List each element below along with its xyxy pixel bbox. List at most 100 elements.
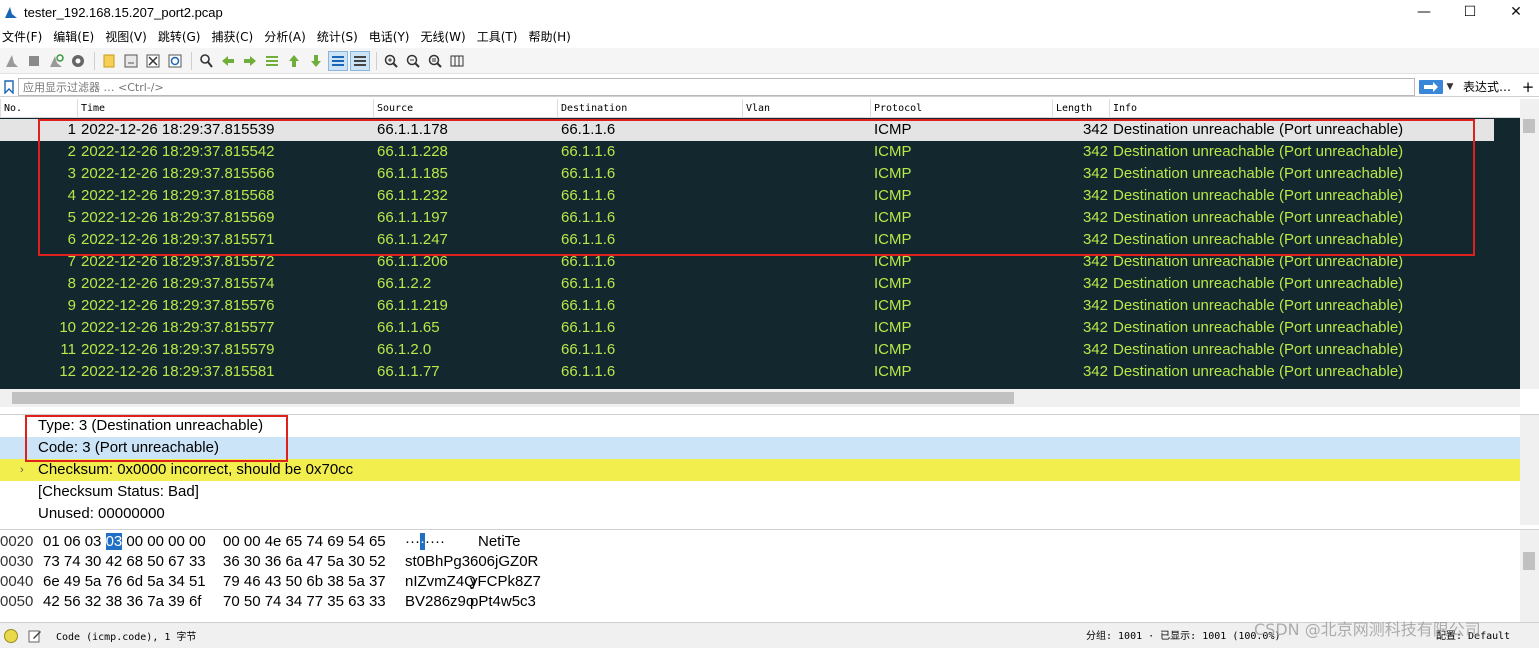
packet-list-vertical-scrollbar[interactable] (1520, 99, 1539, 389)
packet-row[interactable]: 5 2022-12-26 18:29:37.815569 66.1.1.197 66.… (0, 207, 1494, 229)
menu-item[interactable]: 帮助(H) (526, 28, 577, 45)
detail-tree-item[interactable]: Type: 3 (Destination unreachable) (0, 415, 1520, 437)
packet-length: 342 (1082, 363, 1108, 380)
find-icon[interactable] (196, 51, 216, 71)
hex-dump-row[interactable]: 0020 01 06 03 03 00 00 00 00 00 00 4e 65 7… (0, 532, 1520, 552)
zoom-out-icon[interactable] (403, 51, 423, 71)
menu-item[interactable]: 无线(W) (419, 28, 473, 45)
packet-length: 342 (1082, 231, 1108, 248)
menu-item[interactable]: 跳转(G) (156, 28, 208, 45)
column-header[interactable]: Info (1109, 99, 1520, 118)
hex-dump-row[interactable]: 0040 6e 49 5a 76 6d 5a 34 51 79 46 43 50 6… (0, 572, 1520, 592)
hex-bytes-group-2: 70 50 74 34 77 35 63 33 (223, 593, 386, 610)
packet-row[interactable]: 8 2022-12-26 18:29:37.815574 66.1.2.2 66.1.… (0, 273, 1494, 295)
go-back-icon[interactable] (218, 51, 238, 71)
wireshark-fin-icon (5, 7, 17, 18)
menu-item[interactable]: 分析(A) (262, 28, 313, 45)
minimize-button[interactable]: — (1401, 0, 1447, 24)
packet-row[interactable]: 1 2022-12-26 18:29:37.815539 66.1.1.178 66.… (0, 119, 1494, 141)
go-last-icon[interactable] (306, 51, 326, 71)
add-filter-button[interactable]: + (1517, 78, 1539, 96)
packet-row[interactable]: 6 2022-12-26 18:29:37.815571 66.1.1.247 66.… (0, 229, 1494, 251)
ascii-group-1: BV286z9o (405, 592, 474, 612)
window-title: tester_192.168.15.207_port2.pcap (24, 4, 223, 20)
hex-dump-row[interactable]: 0050 42 56 32 38 36 7a 39 6f 70 50 74 34 7… (0, 592, 1520, 612)
ascii-group-1: ········ (405, 532, 445, 552)
menu-item[interactable]: 文件(F) (0, 28, 49, 45)
go-forward-icon[interactable] (240, 51, 260, 71)
hex-bytes-text: 42 56 32 38 36 7a 39 6f (43, 593, 202, 610)
close-file-icon[interactable] (143, 51, 163, 71)
packet-row[interactable]: 12 2022-12-26 18:29:37.815581 66.1.1.77 66.… (0, 361, 1494, 383)
filter-bookmark-icon[interactable] (2, 79, 16, 95)
menu-item[interactable]: 统计(S) (315, 28, 365, 45)
ascii-text: nIZvmZ4Q (405, 573, 476, 590)
zoom-reset-icon[interactable] (425, 51, 445, 71)
restart-icon[interactable] (46, 51, 66, 71)
autoscroll-icon[interactable] (328, 50, 348, 71)
detail-tree-item[interactable]: Unused: 00000000 (0, 503, 1520, 525)
packet-list-header: No. Time Source Destination Vlan Protocol Leng… (0, 99, 1520, 118)
hex-bytes-group-2: 00 00 4e 65 74 69 54 65 (223, 533, 386, 550)
column-header[interactable]: Vlan (742, 99, 870, 118)
packet-row[interactable]: 9 2022-12-26 18:29:37.815576 66.1.1.219 66.… (0, 295, 1494, 317)
hex-offset: 0020 (0, 533, 34, 550)
detail-tree-label: [Checksum Status: Bad] (38, 483, 199, 500)
column-header[interactable]: Protocol (870, 99, 1052, 118)
hex-offset: 0030 (0, 553, 34, 570)
menu-item[interactable]: 视图(V) (103, 28, 154, 45)
bytes-vertical-scrollbar[interactable] (1520, 530, 1539, 622)
hex-bytes-group-2: 79 46 43 50 6b 38 5a 37 (223, 573, 386, 590)
packet-row[interactable]: 7 2022-12-26 18:29:37.815572 66.1.1.206 66.… (0, 251, 1494, 273)
go-to-packet-icon[interactable] (262, 51, 282, 71)
filter-history-dropdown-icon[interactable]: ▼ (1443, 79, 1457, 95)
toolbar-separator (376, 51, 377, 70)
column-header[interactable]: Destination (557, 99, 742, 118)
capture-comment-icon[interactable] (28, 629, 42, 643)
scroll-thumb[interactable] (1523, 119, 1535, 133)
packet-row[interactable]: 2 2022-12-26 18:29:37.815542 66.1.1.228 66.… (0, 141, 1494, 163)
packet-length: 342 (1082, 341, 1108, 358)
expression-button[interactable]: 表达式… (1457, 78, 1517, 95)
apply-filter-arrow-icon[interactable] (1418, 79, 1443, 94)
expand-chevron-icon[interactable]: › (20, 459, 24, 481)
detail-tree-item[interactable]: [Checksum Status: Bad] (0, 481, 1520, 503)
detail-tree-item[interactable]: Code: 3 (Port unreachable) (0, 437, 1520, 459)
column-header[interactable]: No. (0, 99, 77, 118)
go-first-icon[interactable] (284, 51, 304, 71)
packet-row[interactable]: 11 2022-12-26 18:29:37.815579 66.1.2.0 66.1… (0, 339, 1494, 361)
packet-list-horizontal-scrollbar[interactable] (0, 389, 1520, 407)
shark-fin-start-icon[interactable] (2, 51, 22, 71)
column-header[interactable]: Time (77, 99, 373, 118)
menu-item[interactable]: 工具(T) (475, 28, 525, 45)
packet-row[interactable]: 10 2022-12-26 18:29:37.815577 66.1.1.65 66.… (0, 317, 1494, 339)
column-header[interactable]: Source (373, 99, 557, 118)
menu-item[interactable]: 电话(Y) (367, 28, 417, 45)
packet-row[interactable]: 4 2022-12-26 18:29:37.815568 66.1.1.232 66.… (0, 185, 1494, 207)
packet-row[interactable]: 3 2022-12-26 18:29:37.815566 66.1.1.185 66.… (0, 163, 1494, 185)
reload-icon[interactable] (165, 51, 185, 71)
display-filter-bar: 应用显示过滤器 … <Ctrl-/> ▼ 表达式… + (0, 77, 1539, 97)
packet-info: Destination unreachable (Port unreachabl… (1113, 187, 1404, 204)
stop-icon[interactable] (24, 51, 44, 71)
scroll-thumb[interactable] (12, 392, 1014, 404)
colorize-icon[interactable] (350, 50, 370, 71)
resize-columns-icon[interactable] (447, 51, 467, 71)
options-gear-icon[interactable] (68, 51, 88, 71)
menu-item[interactable]: 编辑(E) (51, 28, 101, 45)
display-filter-input[interactable]: 应用显示过滤器 … <Ctrl-/> (18, 77, 1415, 96)
details-vertical-scrollbar[interactable] (1520, 415, 1539, 525)
column-header[interactable]: Length (1052, 99, 1109, 118)
zoom-in-icon[interactable] (381, 51, 401, 71)
maximize-button[interactable]: ☐ (1447, 0, 1493, 24)
close-button[interactable]: ✕ (1493, 0, 1539, 24)
open-file-icon[interactable] (99, 51, 119, 71)
detail-tree-label: Code: 3 (Port unreachable) (38, 439, 219, 456)
ascii-text: ···· (425, 533, 445, 550)
scroll-thumb[interactable] (1523, 552, 1535, 570)
menu-item[interactable]: 捕获(C) (209, 28, 260, 45)
save-file-icon[interactable] (121, 51, 141, 71)
hex-dump-row[interactable]: 0030 73 74 30 42 68 50 67 33 36 30 36 6a 4… (0, 552, 1520, 572)
detail-tree-item[interactable]: › Checksum: 0x0000 incorrect, should be 0… (0, 459, 1520, 481)
expert-info-led-icon[interactable] (4, 628, 18, 643)
